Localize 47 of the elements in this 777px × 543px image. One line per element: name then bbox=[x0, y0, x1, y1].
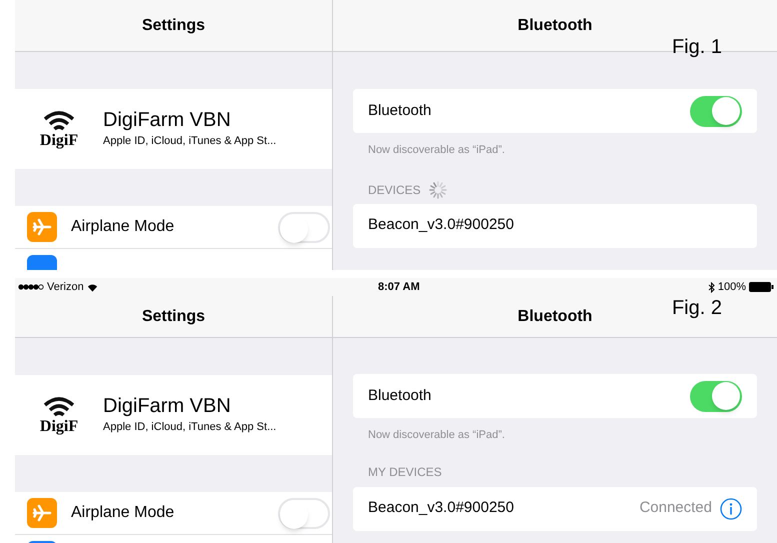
bluetooth-label: Bluetooth bbox=[368, 386, 432, 406]
bluetooth-row[interactable]: Bluetooth bbox=[353, 89, 757, 133]
airplane-icon bbox=[27, 212, 57, 242]
airplane-icon bbox=[27, 498, 57, 528]
account-subtitle: Apple ID, iCloud, iTunes & App St... bbox=[103, 420, 276, 436]
bluetooth-title: Bluetooth bbox=[518, 16, 592, 36]
logo-text: DigiF bbox=[40, 419, 78, 435]
battery-icon bbox=[749, 282, 774, 292]
device-row[interactable]: Beacon_v3.0#900250 bbox=[353, 204, 757, 248]
bluetooth-label: Bluetooth bbox=[368, 100, 432, 121]
toggle-switch[interactable] bbox=[690, 96, 742, 126]
signal-dots-icon bbox=[18, 284, 44, 290]
wifi-icon bbox=[86, 282, 98, 292]
logo-text: DigiF bbox=[40, 133, 78, 149]
account-row[interactable]: DigiF DigiFarm VBN Apple ID, iCloud, iTunes & App St... bbox=[15, 375, 332, 455]
carrier-name: Verizon bbox=[47, 280, 84, 295]
discoverable-note: Now discoverable as “iPad”. bbox=[367, 143, 506, 158]
toggle-switch[interactable] bbox=[278, 498, 330, 528]
figure-caption: Fig. 1 bbox=[672, 37, 722, 57]
account-row[interactable]: DigiF DigiFarm VBN Apple ID, iCloud, iTunes & App St... bbox=[15, 89, 332, 169]
toggle-switch[interactable] bbox=[690, 380, 742, 412]
account-name: DigiFarm VBN bbox=[103, 394, 232, 420]
wifi-logo-icon bbox=[41, 109, 77, 133]
airplane-mode-label: Airplane Mode bbox=[71, 503, 176, 523]
section-header: DEVICES bbox=[368, 182, 421, 198]
airplane-mode-row[interactable]: Airplane Mode bbox=[15, 492, 332, 534]
account-name: DigiFarm VBN bbox=[103, 108, 232, 134]
status-time: 8:07 AM bbox=[378, 280, 420, 295]
device-row[interactable]: Beacon_v3.0#900250 Connected bbox=[353, 486, 757, 530]
toggle-switch[interactable] bbox=[278, 212, 330, 242]
airplane-mode-row[interactable]: Airplane Mode bbox=[15, 206, 332, 248]
bluetooth-row[interactable]: Bluetooth bbox=[353, 374, 757, 418]
device-name: Beacon_v3.0#900250 bbox=[368, 215, 515, 236]
account-subtitle: Apple ID, iCloud, iTunes & App St... bbox=[103, 134, 276, 150]
device-name: Beacon_v3.0#900250 bbox=[368, 498, 515, 518]
section-header: MY DEVICES bbox=[368, 464, 442, 480]
discoverable-note: Now discoverable as “iPad”. bbox=[367, 428, 506, 443]
airplane-mode-label: Airplane Mode bbox=[71, 217, 176, 237]
info-icon[interactable] bbox=[720, 498, 742, 520]
settings-title: Settings bbox=[142, 16, 206, 36]
settings-title: Settings bbox=[142, 306, 206, 326]
battery-percent: 100% bbox=[718, 280, 746, 295]
wifi-logo-icon bbox=[41, 395, 77, 419]
figure-caption: Fig. 2 bbox=[672, 298, 722, 318]
bluetooth-icon bbox=[708, 282, 715, 292]
connection-status: Connected bbox=[639, 498, 712, 518]
bluetooth-title: Bluetooth bbox=[518, 306, 592, 326]
